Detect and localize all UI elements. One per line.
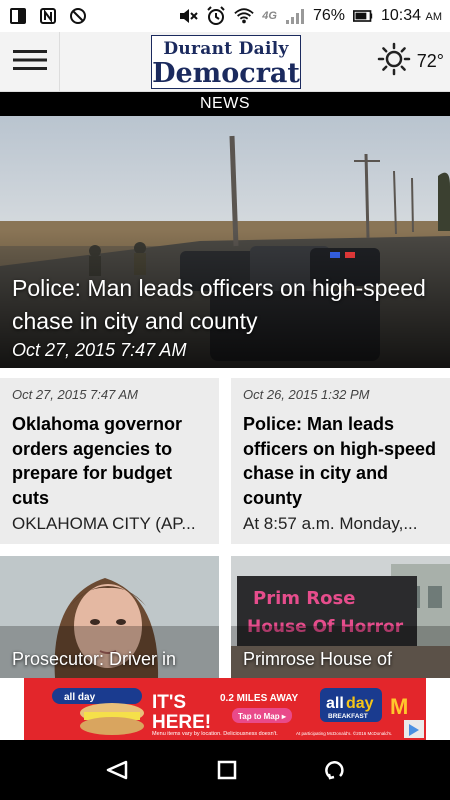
story-thumbnail[interactable]: Prim Rose House Of Horror Primrose House… — [231, 556, 450, 678]
story-title: Oklahoma governor orders agencies to pre… — [12, 414, 183, 508]
story-date: Oct 27, 2015 7:47 AM — [12, 387, 138, 402]
story-title: Police: Man leads officers on high-speed… — [243, 414, 437, 508]
navigation-bar — [0, 740, 450, 800]
battery-icon — [353, 6, 373, 26]
story-thumbnail[interactable]: Prosecutor: Driver in — [0, 556, 219, 678]
mute-icon — [178, 6, 198, 26]
ad-fine-print: Menu items vary by location. Deliciousne… — [152, 731, 278, 737]
house-sign-line-1: Prim Rose — [253, 588, 355, 609]
hero-caption: Police: Man leads officers on high-speed… — [12, 272, 438, 362]
ad-wrapper-label: all day — [64, 692, 96, 703]
story-card[interactable]: Oct 27, 2015 7:47 AM Oklahoma governor o… — [0, 378, 219, 544]
do-not-disturb-icon — [68, 6, 88, 26]
ad-distance: 0.2 MILES AWAY — [220, 693, 299, 704]
menu-button[interactable] — [0, 32, 60, 92]
status-bar: 4G 76% 10:34 AM — [0, 0, 450, 32]
app-bar: Durant Daily Democrat 72° — [0, 32, 450, 92]
recents-button[interactable] — [324, 759, 346, 781]
back-icon — [106, 760, 127, 780]
section-title: NEWS — [200, 95, 250, 112]
hamburger-icon — [12, 49, 47, 76]
story-card[interactable]: Oct 26, 2015 1:32 PM Police: Man leads o… — [231, 378, 450, 544]
ad-brand-1: all — [326, 695, 344, 712]
story-date: Oct 26, 2015 1:32 PM — [243, 387, 370, 402]
ad-brand-sub: BREAKFAST — [328, 713, 368, 720]
logo-line-2: Democrat — [152, 58, 300, 89]
ad-cta: Tap to Map ▸ — [238, 712, 287, 721]
hero-title: Police: Man leads officers on high-speed… — [12, 275, 426, 334]
home-button[interactable] — [217, 760, 237, 780]
ad-footer: At participating McDonald's. ©2016 McDon… — [296, 730, 392, 736]
recents-icon — [325, 761, 344, 780]
story-snippet: At 8:57 a.m. Monday,... — [243, 514, 418, 533]
screenshot-icon — [8, 6, 28, 26]
wifi-icon — [234, 6, 254, 26]
story-snippet: OKLAHOMA CITY (AP... — [12, 514, 196, 533]
hero-story[interactable]: Police: Man leads officers on high-speed… — [0, 116, 450, 368]
ad-headline-2: HERE! — [152, 712, 211, 733]
sun-icon — [377, 42, 411, 81]
clock: 10:34 AM — [381, 7, 442, 24]
network-type-label: 4G — [262, 10, 277, 22]
newspaper-logo[interactable]: Durant Daily Democrat — [151, 35, 301, 89]
ad-headline-1: IT'S — [152, 692, 186, 713]
section-header: NEWS — [0, 92, 450, 116]
weather-widget[interactable]: 72° — [377, 42, 444, 81]
home-icon — [217, 760, 237, 780]
temperature: 72° — [416, 51, 444, 71]
mcdonalds-logo: M — [390, 694, 408, 719]
signal-icon — [285, 6, 305, 26]
hero-date: Oct 27, 2015 7:47 AM — [12, 340, 187, 360]
story-title: Prosecutor: Driver in — [12, 649, 177, 669]
ad-brand-2: day — [346, 695, 374, 712]
nfc-icon — [38, 6, 58, 26]
back-button[interactable] — [104, 759, 130, 781]
ad-artwork: all day IT'S HERE! 0.2 MILES AWAY Tap to… — [24, 678, 426, 740]
alarm-icon — [206, 6, 226, 26]
ad-creative[interactable]: all day IT'S HERE! 0.2 MILES AWAY Tap to… — [24, 678, 426, 740]
battery-percent: 76% — [312, 7, 345, 24]
logo-line-1: Durant Daily — [163, 39, 289, 59]
story-title: Primrose House of — [243, 649, 393, 669]
ad-banner[interactable]: all day IT'S HERE! 0.2 MILES AWAY Tap to… — [0, 678, 450, 740]
